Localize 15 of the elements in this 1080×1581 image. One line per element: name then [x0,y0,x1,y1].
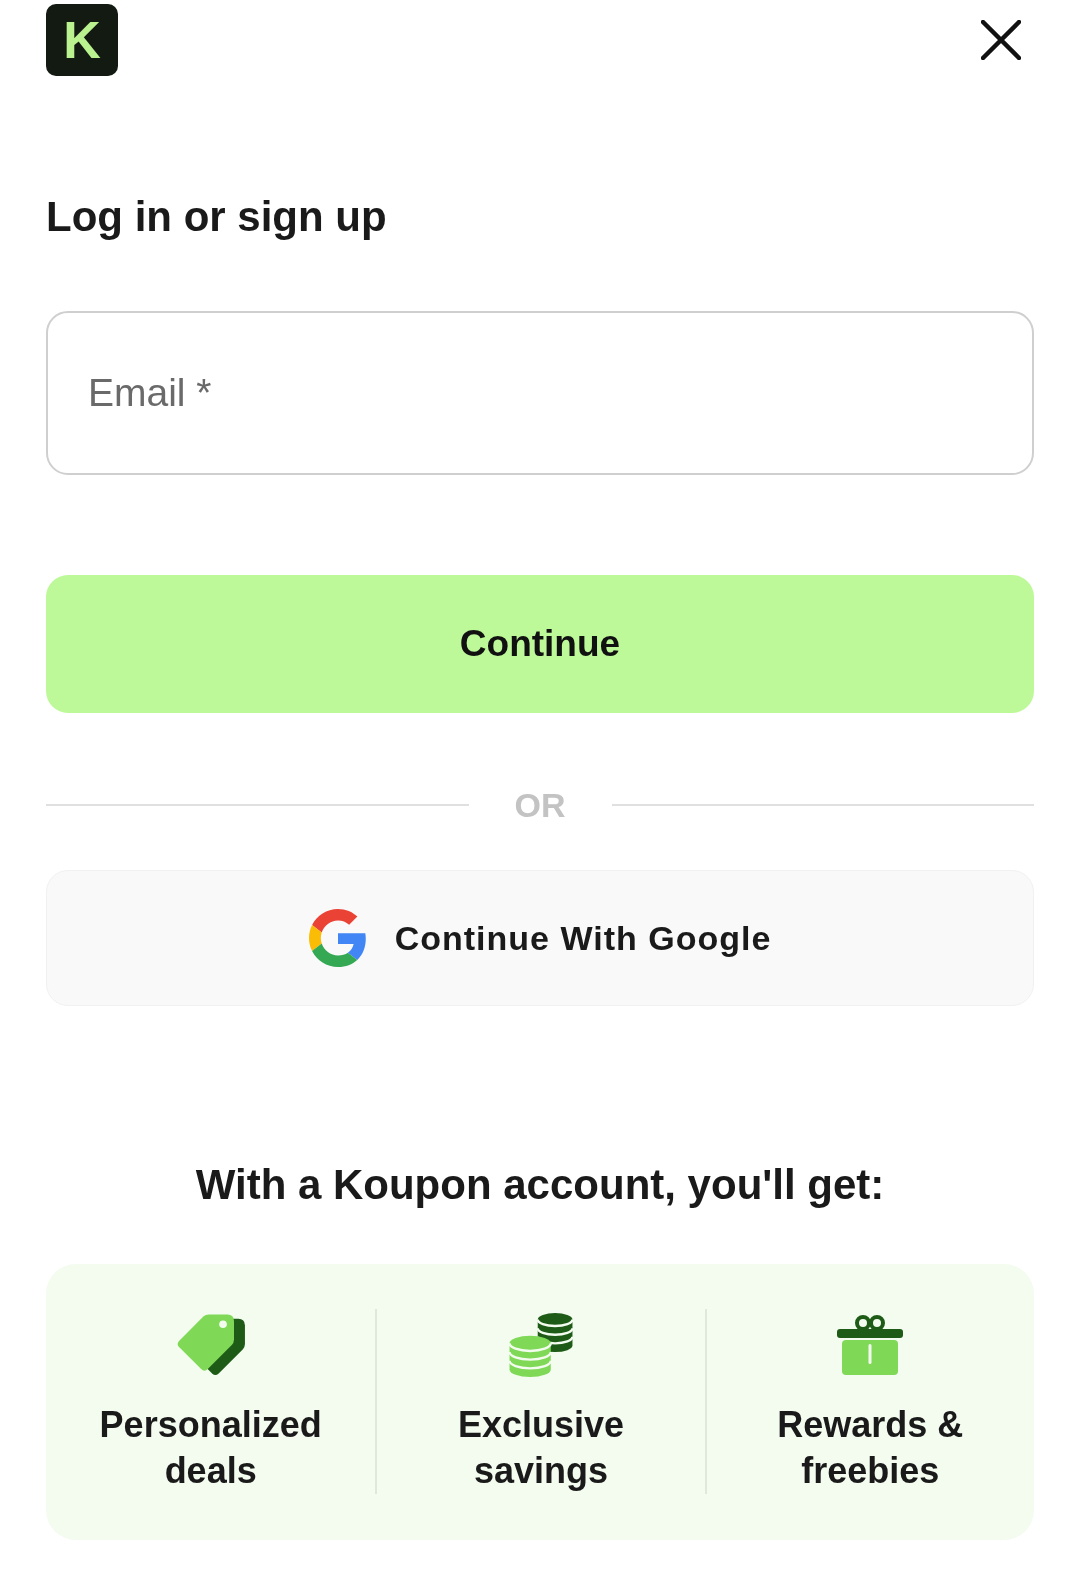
benefits-heading: With a Koupon account, you'll get: [194,1160,886,1210]
benefit-label: Exclusive savings [456,1403,626,1493]
tag-icon [175,1313,246,1377]
divider-label: OR [514,785,566,825]
continue-button[interactable]: Continue [46,575,1034,713]
app-logo: K [46,4,118,76]
benefit-label: Personalized deals [98,1403,323,1493]
gift-icon [837,1313,904,1377]
email-field[interactable]: Email * [46,311,1034,475]
benefit-label: Rewards & freebies [776,1403,965,1493]
coins-icon [509,1313,573,1377]
close-icon[interactable] [981,20,1021,60]
google-icon [308,909,367,967]
google-button[interactable]: Continue With Google [46,870,1034,1006]
page-title: Log in or sign up [46,193,388,241]
